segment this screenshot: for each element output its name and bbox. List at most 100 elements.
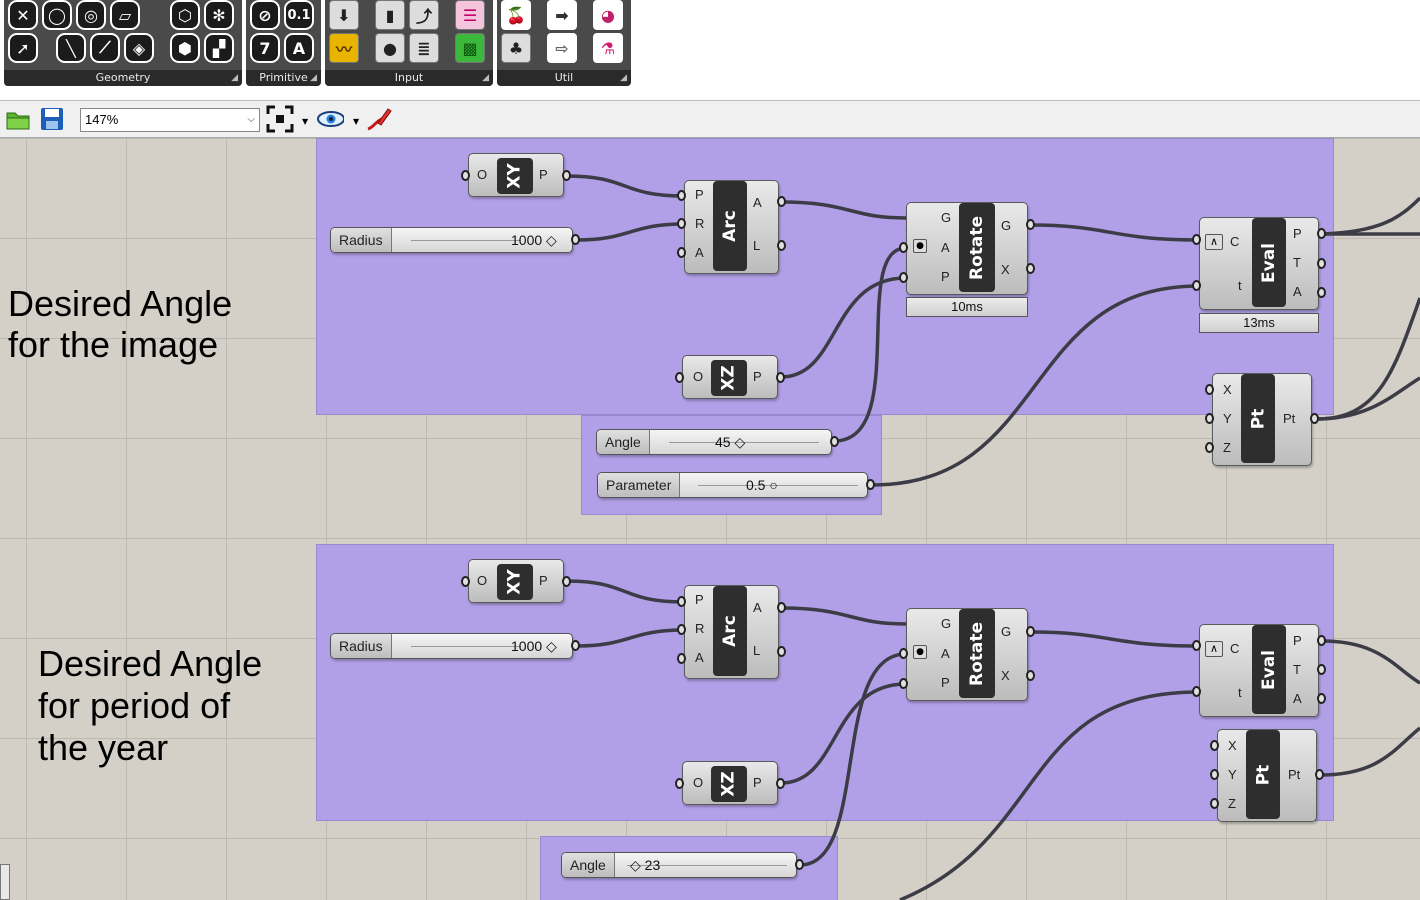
xz-plane-output-p-2[interactable]: P	[753, 775, 762, 790]
xy-plane-input-grip-2[interactable]	[461, 576, 470, 587]
rotate-input-p-grip-2[interactable]	[899, 678, 908, 689]
rotate-input-a-2[interactable]: A	[941, 646, 950, 661]
rotate-output-x[interactable]: X	[1001, 262, 1010, 277]
pt-input-y[interactable]: Y	[1223, 411, 1232, 426]
pt-core[interactable]: Pt	[1241, 374, 1275, 463]
xy-plane-core[interactable]: XY	[497, 158, 533, 194]
xz-plane-input-o[interactable]: O	[693, 369, 703, 384]
pt-output[interactable]: Pt	[1283, 411, 1295, 426]
eval-curve-input-c-grip-2[interactable]	[1192, 640, 1201, 651]
arc-input-p-grip[interactable]	[677, 190, 686, 201]
arc-output-a[interactable]: A	[753, 195, 762, 210]
sketch-pen-button[interactable]	[364, 105, 392, 133]
xz-plane-component-2[interactable]: O XZ P	[682, 761, 778, 805]
pt-input-z-grip[interactable]	[1205, 442, 1214, 453]
value-list-icon[interactable]: ☰	[455, 0, 485, 30]
xz-plane-core-2[interactable]: XZ	[711, 766, 747, 802]
eval-curve-output-t[interactable]: T	[1293, 255, 1301, 270]
rotate-output-x-grip[interactable]	[1026, 263, 1035, 274]
eval-curve-output-t-grip-2[interactable]	[1317, 664, 1326, 675]
import-icon[interactable]: ⬇	[329, 0, 359, 30]
arc-input-a-grip[interactable]	[677, 247, 686, 258]
arc-input-a[interactable]: A	[695, 245, 704, 260]
eval-curve-output-a-grip-2[interactable]	[1317, 693, 1326, 704]
util-panel-label[interactable]: Util ◢	[497, 70, 631, 86]
arrow-outline-icon[interactable]: ⇨	[547, 33, 577, 63]
eval-curve-output-p-2[interactable]: P	[1293, 633, 1302, 648]
xy-plane-output-p-2[interactable]: P	[539, 573, 548, 588]
pt-input-x-grip-2[interactable]	[1210, 740, 1219, 751]
circle-param-icon[interactable]: ◯	[42, 0, 72, 30]
pt-input-x[interactable]: X	[1223, 382, 1232, 397]
arc-core[interactable]: Arc	[713, 181, 747, 271]
rotate-output-g-grip[interactable]	[1026, 219, 1035, 230]
angle-slider[interactable]: Angle 45 ◇	[596, 429, 832, 455]
eval-curve-output-a[interactable]: A	[1293, 284, 1302, 299]
xy-plane-input-grip[interactable]	[461, 170, 470, 181]
arc-component-2[interactable]: P R A Arc A L	[684, 585, 779, 679]
rotate-input-g[interactable]: G	[941, 210, 951, 225]
save-file-button[interactable]	[38, 105, 66, 133]
rotate-input-a-grip[interactable]	[899, 242, 908, 253]
arc-input-r-grip-2[interactable]	[677, 624, 686, 635]
pt-output-grip-2[interactable]	[1315, 769, 1324, 780]
eval-curve-component[interactable]: ∧ C t Eval P T A	[1199, 217, 1319, 310]
arc-output-l[interactable]: L	[753, 238, 760, 253]
eval-curve-output-p[interactable]: P	[1293, 226, 1302, 241]
integer-param-icon[interactable]: 7	[250, 33, 280, 63]
arc-output-a-grip[interactable]	[777, 196, 786, 207]
xy-plane-output-grip[interactable]	[562, 170, 571, 181]
arc-input-p[interactable]: P	[695, 187, 704, 202]
eval-curve-core[interactable]: Eval	[1252, 218, 1286, 307]
tree-icon[interactable]: ♣	[501, 33, 531, 63]
arc-output-a-2[interactable]: A	[753, 600, 762, 615]
arc-input-r-grip[interactable]	[677, 218, 686, 229]
xz-plane-input-grip[interactable]	[675, 372, 684, 383]
eval-curve-input-t[interactable]: t	[1238, 278, 1242, 293]
rotate-component-2[interactable]: G ● A P Rotate G X	[906, 608, 1028, 701]
angle-slider-2[interactable]: Angle ◇ 23	[561, 852, 797, 878]
arc-input-a-2[interactable]: A	[695, 650, 704, 665]
rotate-input-p-grip[interactable]	[899, 272, 908, 283]
colour-swatch-icon[interactable]: ▩	[455, 33, 485, 63]
pt-core-2[interactable]: Pt	[1246, 730, 1280, 819]
pt-input-z-grip-2[interactable]	[1210, 798, 1219, 809]
eval-curve-output-a-grip[interactable]	[1317, 287, 1326, 298]
rotate-output-g[interactable]: G	[1001, 218, 1011, 233]
brep-param-icon[interactable]: ▱	[110, 0, 140, 30]
flask-icon[interactable]: ⚗	[593, 33, 623, 63]
rotate-core-2[interactable]: Rotate	[959, 609, 995, 698]
number-param-icon[interactable]: 0.1	[284, 0, 314, 30]
angle-output-grip-2[interactable]	[795, 859, 804, 870]
geometry-param-icon[interactable]: ⬢	[170, 33, 200, 63]
pt-output-grip[interactable]	[1310, 413, 1319, 424]
radius-slider[interactable]: Radius 1000 ◇	[330, 227, 573, 253]
arc-component[interactable]: P R A Arc A L	[684, 180, 779, 274]
geometry-cancel-icon[interactable]: ✕	[8, 0, 38, 30]
rotate-output-x-2[interactable]: X	[1001, 668, 1010, 683]
arrow-right-icon[interactable]: ➡	[547, 0, 577, 30]
toggle-icon[interactable]: ▮	[375, 0, 405, 30]
rotate-output-g-grip-2[interactable]	[1026, 626, 1035, 637]
preview-caret-icon[interactable]: ▼	[353, 117, 359, 126]
arc-input-p-grip-2[interactable]	[677, 596, 686, 607]
cherry-picker-icon[interactable]: 🍒	[501, 0, 531, 30]
arc-input-p-2[interactable]: P	[695, 592, 704, 607]
rotate-component[interactable]: G ● A P Rotate G X	[906, 202, 1028, 295]
boolean-param-icon[interactable]: ⊘	[250, 0, 280, 30]
xz-plane-input-o-2[interactable]: O	[693, 775, 703, 790]
line-param-icon[interactable]: ╲	[56, 33, 86, 63]
mesh-param-icon[interactable]: ✻	[204, 0, 234, 30]
pt-input-y-grip-2[interactable]	[1210, 769, 1219, 780]
eval-curve-core-2[interactable]: Eval	[1252, 625, 1286, 714]
radius-slider-track[interactable]	[411, 240, 521, 241]
open-file-button[interactable]	[4, 105, 32, 133]
xy-plane-output-p[interactable]: P	[539, 167, 548, 182]
parameter-slider-track[interactable]	[698, 485, 858, 486]
rotate-input-p[interactable]: P	[941, 269, 950, 284]
text-param-icon[interactable]: A	[284, 33, 314, 63]
geometry-panel-label[interactable]: Geometry ◢	[4, 70, 242, 86]
xz-plane-output-p[interactable]: P	[753, 369, 762, 384]
radius-output-grip[interactable]	[571, 234, 580, 245]
rotate-input-a-grip-2[interactable]	[899, 648, 908, 659]
